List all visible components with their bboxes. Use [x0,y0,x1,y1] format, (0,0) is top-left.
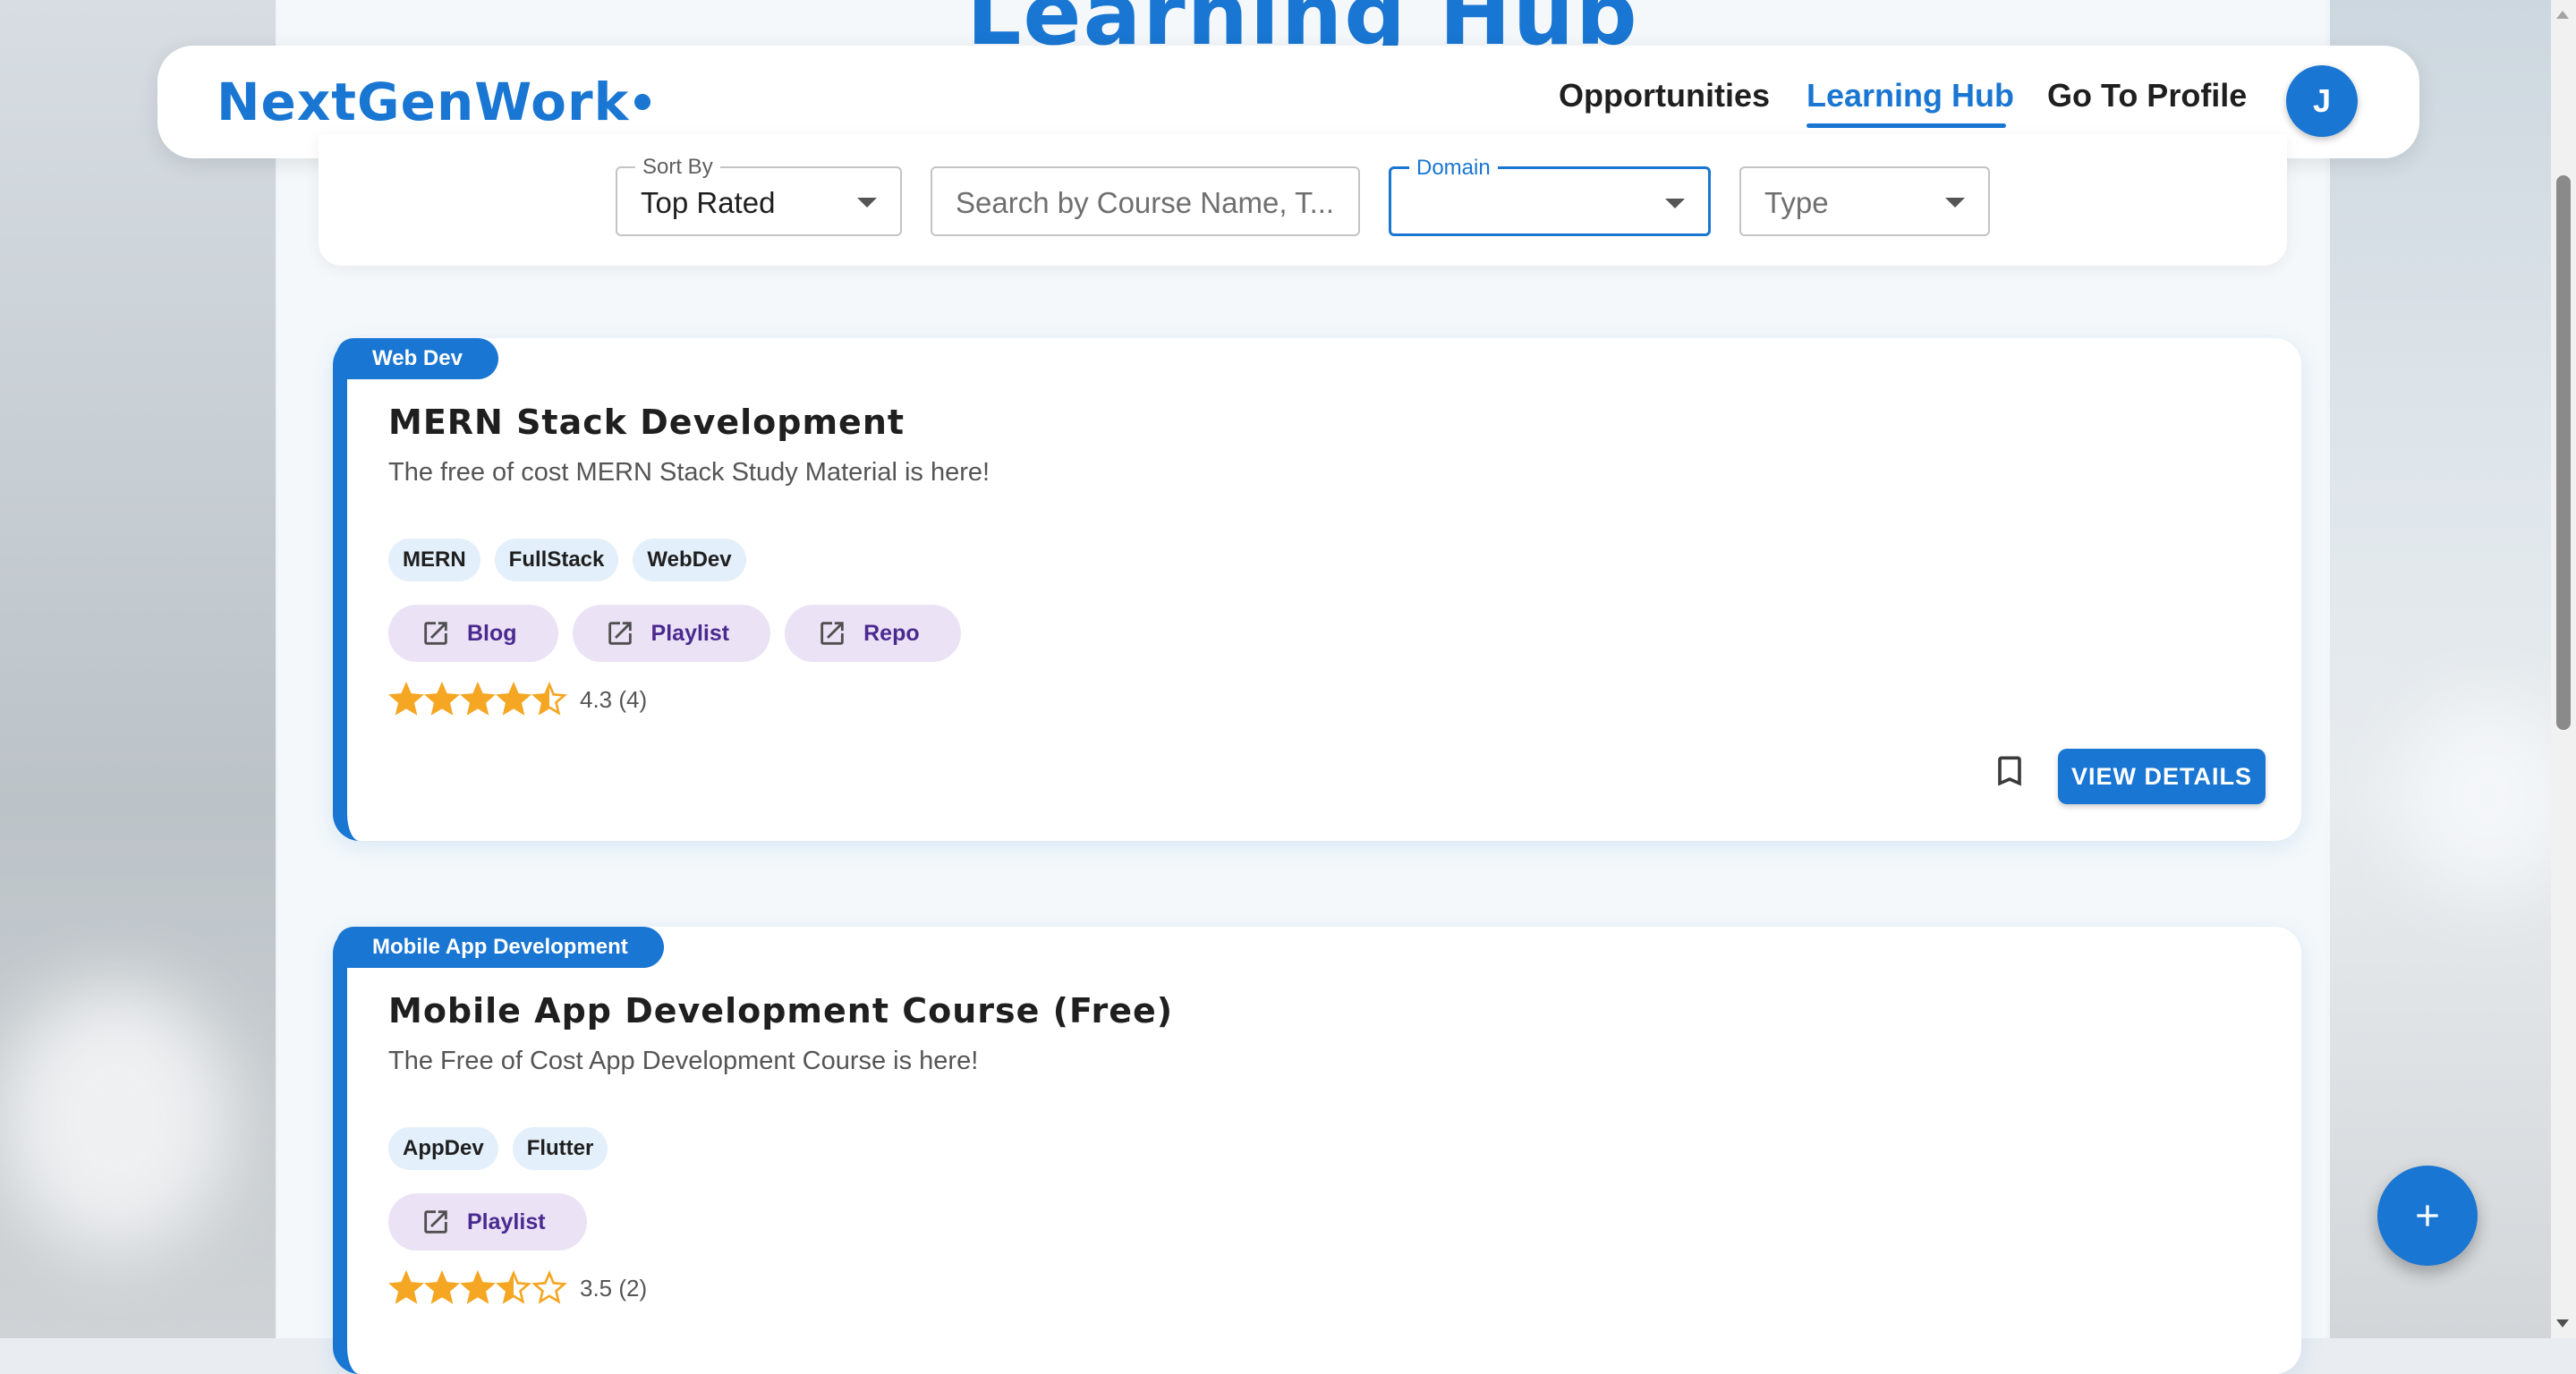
scroll-up-arrow-icon[interactable] [2556,11,2569,19]
background-right-area [2325,0,2576,1338]
resource-links: Playlist [388,1193,587,1251]
nav-go-to-profile[interactable]: Go To Profile [2047,77,2247,114]
sort-by-value: Top Rated [641,186,776,219]
chevron-down-icon [1665,199,1685,208]
scroll-down-arrow-icon[interactable] [2556,1319,2569,1327]
open-in-new-icon [608,622,632,645]
star-icon [424,1270,460,1304]
nav-learning-hub[interactable]: Learning Hub [1807,77,2014,114]
domain-select[interactable]: Domain [1389,156,1711,236]
bookmark-outline-icon[interactable] [1990,751,2029,791]
course-title: Mobile App Development Course (Free) [388,991,1174,1030]
search-input[interactable]: Search by Course Name, T... [931,166,1360,236]
plus-icon [2417,1205,2438,1226]
open-in-new-icon [424,622,447,645]
playlist-link-button[interactable]: Playlist [572,605,771,662]
domain-badge: Web Dev [336,338,498,379]
active-nav-underline [1807,123,2006,128]
open-in-new-icon [424,1210,447,1234]
playlist-link-button[interactable]: Playlist [388,1193,587,1251]
star-icon [460,682,496,716]
course-card: Mobile App Development Mobile App Develo… [333,927,2301,1374]
vertical-scrollbar[interactable] [2551,0,2576,1338]
link-label: Blog [467,620,517,646]
rating: 3.5 (2) [388,1270,647,1306]
star-icon [388,682,424,716]
nav-opportunities[interactable]: Opportunities [1559,77,1770,114]
tag-chip: Flutter [512,1127,608,1170]
star-half-icon [531,682,567,716]
link-label: Playlist [650,620,730,646]
tag-chip: MERN [388,539,480,581]
chevron-down-icon [857,198,877,208]
background-window-blur [2398,698,2576,895]
star-half-icon [496,1270,531,1304]
add-course-button[interactable] [2377,1166,2478,1266]
course-description: The free of cost MERN Stack Study Materi… [388,458,990,487]
rating-text: 3.5 (2) [580,1274,648,1302]
tag-chip: AppDev [388,1127,498,1170]
star-icon [424,682,460,716]
chevron-down-icon [1945,198,1965,208]
course-title: MERN Stack Development [388,403,905,442]
brand-dot [634,94,650,110]
search-placeholder: Search by Course Name, T... [956,186,1335,219]
sort-by-select[interactable]: Sort By Top Rated [616,155,902,236]
type-select[interactable]: Type [1739,166,1990,236]
tag-list: MERN FullStack WebDev [388,539,746,581]
type-placeholder: Type [1764,186,1829,219]
tag-chip: FullStack [494,539,619,581]
domain-label: Domain [1409,156,1498,181]
course-card: Web Dev MERN Stack Development The free … [333,338,2301,841]
link-label: Playlist [467,1209,546,1234]
view-details-button[interactable]: VIEW DETAILS [2058,749,2266,804]
repo-link-button[interactable]: Repo [785,605,961,662]
course-description: The Free of Cost App Development Course … [388,1047,979,1075]
avatar[interactable]: J [2286,65,2358,137]
blog-link-button[interactable]: Blog [388,605,558,662]
sort-by-label: Sort By [635,155,720,180]
background-cup-blur [0,984,233,1252]
star-rating [388,682,567,717]
rating-text: 4.3 (4) [580,685,648,713]
scroll-thumb[interactable] [2556,175,2571,730]
domain-badge: Mobile App Development [336,927,664,968]
resource-links: Blog Playlist Repo [388,605,961,662]
rating: 4.3 (4) [388,682,647,717]
tag-list: AppDev Flutter [388,1127,608,1170]
open-in-new-icon [820,622,844,645]
star-icon [496,682,531,716]
tag-chip: WebDev [633,539,746,581]
star-icon [460,1270,496,1304]
star-empty-icon [531,1270,567,1304]
star-rating [388,1270,567,1306]
link-label: Repo [863,620,920,646]
brand-logo[interactable]: NextGenWork [217,72,629,132]
star-icon [388,1270,424,1304]
